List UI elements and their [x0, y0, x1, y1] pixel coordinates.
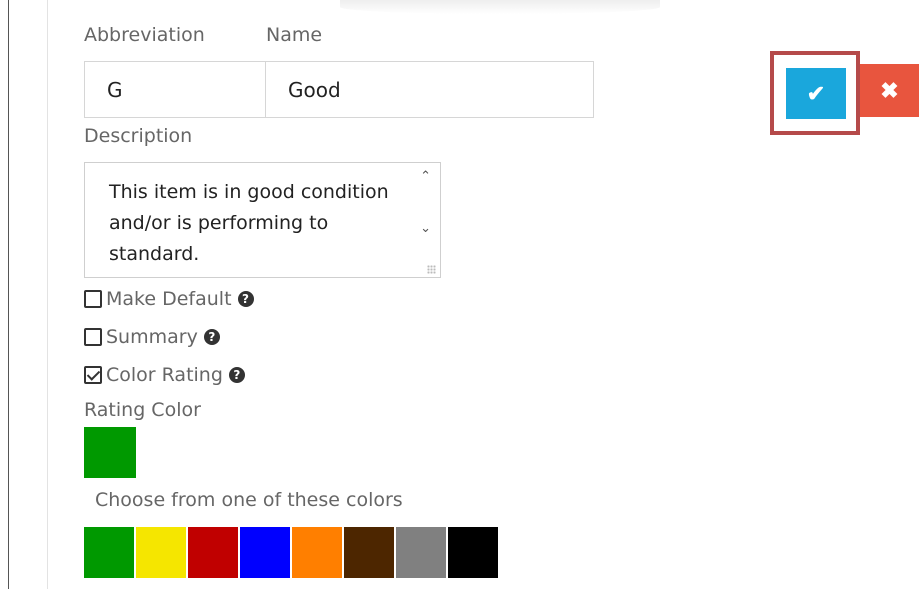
color-swatch-option[interactable] [240, 527, 290, 578]
rating-color-label: Rating Color [84, 399, 201, 421]
scroll-up-icon[interactable]: ⌃ [420, 169, 431, 184]
description-label: Description [84, 125, 193, 147]
abbreviation-value: G [107, 77, 123, 102]
color-palette [84, 527, 498, 578]
color-swatch-option[interactable] [84, 527, 134, 578]
abbreviation-input[interactable]: G [84, 61, 266, 118]
description-value: This item is in good condition and/or is… [109, 181, 389, 265]
scroll-down-icon[interactable]: ⌄ [420, 221, 431, 236]
panel-border [8, 0, 9, 589]
color-rating-option[interactable]: Color Rating ? [84, 364, 245, 386]
color-swatch-option[interactable] [344, 527, 394, 578]
confirm-highlight: ✔ [770, 51, 860, 135]
name-label: Name [266, 24, 323, 46]
summary-option[interactable]: Summary ? [84, 326, 220, 348]
color-swatch-option[interactable] [136, 527, 186, 578]
color-swatch-option[interactable] [188, 527, 238, 578]
color-rating-checkbox[interactable] [84, 366, 102, 384]
question-circle-icon[interactable]: ? [237, 291, 254, 307]
panel-divider [47, 0, 48, 589]
color-swatch-option[interactable] [396, 527, 446, 578]
selected-rating-color [84, 427, 136, 478]
name-value: Good [288, 77, 341, 102]
question-circle-icon[interactable]: ? [203, 329, 220, 345]
top-shadow [340, 0, 660, 14]
close-icon: ✖ [880, 77, 899, 103]
confirm-button[interactable]: ✔ [786, 68, 846, 119]
color-swatch-option[interactable] [292, 527, 342, 578]
make-default-option[interactable]: Make Default ? [84, 288, 254, 310]
choose-colors-label: Choose from one of these colors [95, 489, 403, 511]
name-input[interactable]: Good [265, 61, 594, 118]
check-icon: ✔ [806, 80, 826, 106]
question-circle-icon[interactable]: ? [228, 367, 245, 383]
make-default-label: Make Default [106, 288, 232, 310]
color-swatch-option[interactable] [448, 527, 498, 578]
summary-label: Summary [106, 326, 198, 348]
summary-checkbox[interactable] [84, 328, 102, 346]
color-rating-label: Color Rating [106, 364, 223, 386]
cancel-button[interactable]: ✖ [860, 64, 919, 117]
abbreviation-label: Abbreviation [84, 24, 205, 46]
description-textarea[interactable]: This item is in good condition and/or is… [84, 162, 441, 278]
make-default-checkbox[interactable] [84, 290, 102, 308]
resize-handle-icon[interactable] [427, 265, 436, 274]
